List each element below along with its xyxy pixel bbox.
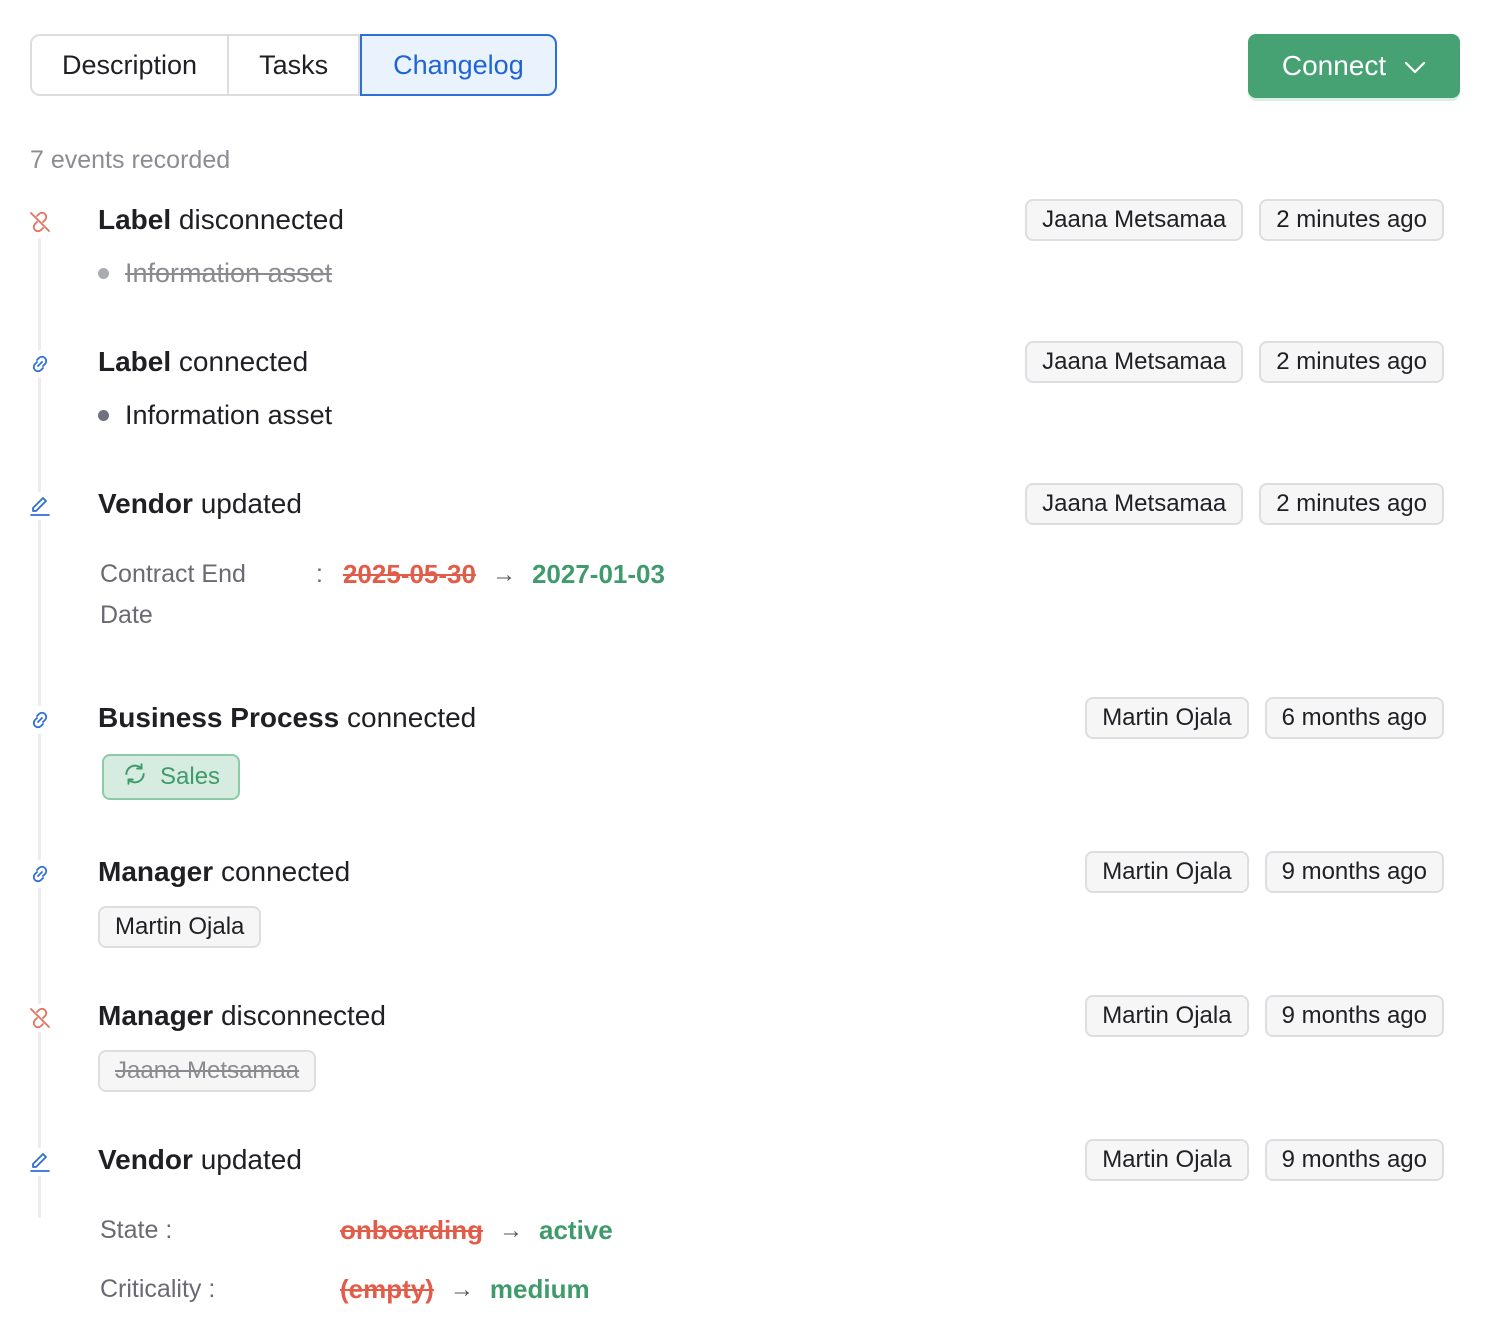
event-title: Manager connected xyxy=(98,856,351,887)
pencil-icon xyxy=(26,1148,54,1176)
event-title: Label disconnected xyxy=(98,204,344,235)
time-chip: 2 minutes ago xyxy=(1259,199,1444,241)
link-icon xyxy=(26,860,54,888)
field-label: State : xyxy=(100,1216,173,1244)
user-chip: Martin Ojala xyxy=(1085,851,1249,893)
pencil-icon xyxy=(26,492,54,520)
removed-item: Information asset xyxy=(125,258,333,288)
new-value: medium xyxy=(489,1274,590,1304)
connect-button-label: Connect xyxy=(1281,50,1387,81)
link-icon xyxy=(26,706,54,734)
field-change: : 2025-05-30 → 2027-01-03 xyxy=(316,559,665,589)
time-chip: 2 minutes ago xyxy=(1259,341,1444,383)
events-count: 7 events recorded xyxy=(30,146,231,174)
list-item: Information asset xyxy=(98,258,332,289)
event-title: Vendor updated xyxy=(98,488,302,519)
added-item: Information asset xyxy=(125,400,333,430)
unlink-icon xyxy=(26,208,54,236)
user-chip: Jaana Metsamaa xyxy=(1025,199,1244,241)
chevron-down-icon xyxy=(1404,50,1426,82)
unlink-icon xyxy=(26,1004,54,1032)
tab-bar: Description Tasks Changelog xyxy=(30,34,557,96)
business-process-label: Sales xyxy=(160,763,221,790)
connect-button[interactable]: Connect xyxy=(1248,34,1460,98)
user-chip: Jaana Metsamaa xyxy=(1025,341,1244,383)
user-chip: Martin Ojala xyxy=(1085,995,1249,1037)
time-chip: 9 months ago xyxy=(1264,851,1444,893)
tab-description[interactable]: Description xyxy=(32,36,230,94)
list-item: Information asset xyxy=(98,400,332,431)
event-title: Vendor updated xyxy=(98,1144,302,1175)
time-chip: 6 months ago xyxy=(1264,697,1444,739)
removed-manager-chip: Jaana Metsamaa xyxy=(98,1050,317,1092)
user-chip: Martin Ojala xyxy=(1085,697,1249,739)
tab-tasks[interactable]: Tasks xyxy=(229,36,361,94)
old-value: 2025-05-30 xyxy=(342,559,476,589)
event-title: Business Process connected xyxy=(98,702,477,733)
bullet-dot xyxy=(98,410,109,421)
time-chip: 2 minutes ago xyxy=(1259,483,1444,525)
new-value: 2027-01-03 xyxy=(531,559,665,589)
arrow-right-icon: → xyxy=(449,1275,474,1303)
field-change: (empty) → medium xyxy=(340,1269,590,1310)
field-change: onboarding → active xyxy=(340,1210,613,1251)
field-label: Contract End Date xyxy=(100,560,246,629)
bullet-dot xyxy=(98,268,109,279)
event-title: Label connected xyxy=(98,346,309,377)
refresh-icon xyxy=(122,761,148,794)
user-chip: Martin Ojala xyxy=(1085,1139,1249,1181)
old-value: (empty) xyxy=(340,1274,434,1304)
manager-chip[interactable]: Martin Ojala xyxy=(98,906,262,948)
user-chip: Jaana Metsamaa xyxy=(1025,483,1244,525)
link-icon xyxy=(26,350,54,378)
tab-changelog[interactable]: Changelog xyxy=(360,34,557,96)
field-label: Criticality : xyxy=(100,1275,216,1303)
business-process-chip[interactable]: Sales xyxy=(102,754,241,800)
time-chip: 9 months ago xyxy=(1264,995,1444,1037)
time-chip: 9 months ago xyxy=(1264,1139,1444,1181)
new-value: active xyxy=(538,1215,613,1245)
event-title: Manager disconnected xyxy=(98,1000,386,1031)
old-value: onboarding xyxy=(340,1215,483,1245)
arrow-right-icon: → xyxy=(498,1216,523,1244)
arrow-right-icon: → xyxy=(491,560,516,588)
